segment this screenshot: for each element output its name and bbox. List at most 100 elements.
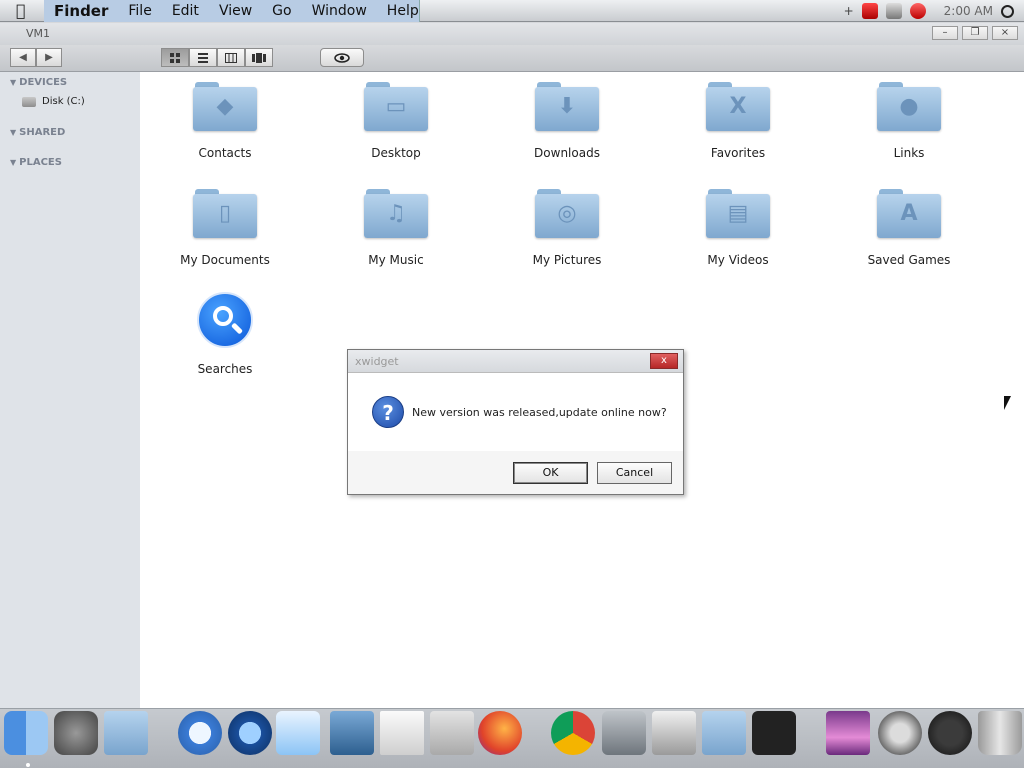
menu-bar:  Finder File Edit View Go Window Help +… xyxy=(0,0,1024,22)
eye-icon xyxy=(334,52,350,63)
back-button[interactable]: ◀ xyxy=(10,48,36,67)
safari-icon[interactable] xyxy=(178,711,222,755)
clock[interactable]: 2:00 AM xyxy=(944,4,993,18)
folder-searches[interactable]: Searches xyxy=(160,286,290,376)
ok-button[interactable]: OK xyxy=(513,462,588,484)
menu-finder[interactable]: Finder xyxy=(44,0,118,22)
folder-label: Desktop xyxy=(371,146,421,160)
videos-folder-icon: ▤ xyxy=(706,189,770,239)
nav-buttons: ◀ ▶ xyxy=(10,48,62,67)
folder-label: Searches xyxy=(197,362,253,376)
folder-downloads[interactable]: ⬇ Downloads xyxy=(502,72,632,160)
favorites-folder-icon: X xyxy=(706,82,770,132)
folder-my-music[interactable]: ♫ My Music xyxy=(331,179,461,267)
dialog-buttons: OK Cancel xyxy=(513,462,672,484)
spotlight-search-icon[interactable] xyxy=(1001,4,1014,18)
monitor-icon[interactable] xyxy=(885,3,902,19)
contacts-folder-icon: ◆ xyxy=(193,82,257,132)
mouse-cursor-icon xyxy=(1004,396,1011,410)
network-alert-icon[interactable] xyxy=(861,3,878,19)
folder-label: Links xyxy=(893,146,925,160)
textedit-icon[interactable] xyxy=(380,711,424,755)
sidebar-section-shared[interactable]: ▼ SHARED xyxy=(0,124,140,142)
desktop-preview-icon[interactable] xyxy=(826,711,870,755)
folder-label: Saved Games xyxy=(867,253,951,267)
menu-view[interactable]: View xyxy=(209,0,262,22)
icon-grid-icon xyxy=(170,52,180,63)
music-folder-icon: ♫ xyxy=(364,189,428,239)
sidebar: ▼ DEVICES Disk (C:) ▼ SHARED ▼ PLACES xyxy=(0,72,140,708)
window-title: VM1 xyxy=(26,27,51,40)
chrome-icon[interactable] xyxy=(551,711,595,755)
cancel-button[interactable]: Cancel xyxy=(597,462,672,484)
close-window-button[interactable]: × xyxy=(992,26,1018,40)
menu-window[interactable]: Window xyxy=(302,0,377,22)
system-preferences-icon[interactable] xyxy=(54,711,98,755)
view-mode-buttons xyxy=(161,48,273,67)
volume-muted-icon[interactable] xyxy=(909,3,926,19)
folder-my-videos[interactable]: ▤ My Videos xyxy=(673,179,803,267)
folder-my-documents[interactable]: ▯ My Documents xyxy=(160,179,290,267)
folder-saved-games[interactable]: A Saved Games xyxy=(844,179,974,267)
desktop-folder-icon: ▭ xyxy=(364,82,428,132)
restore-button[interactable]: ❐ xyxy=(962,26,988,40)
question-icon: ? xyxy=(372,396,404,428)
library-folder-icon[interactable] xyxy=(702,711,746,755)
quick-look-button[interactable] xyxy=(320,48,364,67)
apple-menu-icon[interactable]:  xyxy=(16,2,26,20)
folder-label: Contacts xyxy=(198,146,252,160)
documents-folder-icon: ▯ xyxy=(193,189,257,239)
app-store-icon[interactable] xyxy=(602,711,646,755)
disclosure-triangle-icon: ▼ xyxy=(10,158,17,167)
forward-button[interactable]: ▶ xyxy=(36,48,62,67)
window-title-bar: VM1 – ❐ × xyxy=(0,23,1024,45)
folder-contacts[interactable]: ◆ Contacts xyxy=(160,72,290,160)
folder-favorites[interactable]: X Favorites xyxy=(673,72,803,160)
column-view-button[interactable] xyxy=(217,48,245,67)
dialog-message: New version was released,update online n… xyxy=(412,406,667,419)
widgets-icon[interactable] xyxy=(752,711,796,755)
downloads-folder-icon: ⬇ xyxy=(535,82,599,132)
running-indicator xyxy=(26,763,30,767)
list-view-button[interactable] xyxy=(189,48,217,67)
window-controls: – ❐ × xyxy=(932,26,1018,40)
sidebar-item-disk-c[interactable]: Disk (C:) xyxy=(0,92,140,112)
folder-links[interactable]: ● Links xyxy=(844,72,974,160)
folder-desktop[interactable]: ▭ Desktop xyxy=(331,72,461,160)
folder-my-pictures[interactable]: ◎ My Pictures xyxy=(502,179,632,267)
folder-label: My Pictures xyxy=(532,253,602,267)
menu-go[interactable]: Go xyxy=(262,0,301,22)
firefox-icon[interactable] xyxy=(478,711,522,755)
dialog-title-bar[interactable]: xwidget x xyxy=(348,350,683,373)
coverflow-icon xyxy=(252,52,266,63)
minimize-button[interactable]: – xyxy=(932,26,958,40)
calculator-icon[interactable] xyxy=(430,711,474,755)
menu-list: Finder File Edit View Go Window Help xyxy=(44,0,420,22)
add-icon[interactable]: + xyxy=(844,3,854,19)
folder-label: Favorites xyxy=(710,146,766,160)
disk-icon xyxy=(22,97,36,107)
disclosure-triangle-icon: ▼ xyxy=(10,128,17,137)
power-icon[interactable] xyxy=(928,711,972,755)
menu-help[interactable]: Help xyxy=(377,0,429,22)
update-dialog: xwidget x ? New version was released,upd… xyxy=(347,349,684,495)
sidebar-section-devices[interactable]: ▼ DEVICES xyxy=(0,74,140,92)
word-icon[interactable] xyxy=(276,711,320,755)
dialog-close-button[interactable]: x xyxy=(650,353,678,369)
menu-file[interactable]: File xyxy=(118,0,161,22)
launchpad-icon[interactable] xyxy=(878,711,922,755)
trash-icon[interactable] xyxy=(978,711,1022,755)
disclosure-triangle-icon: ▼ xyxy=(10,78,17,87)
finder-icon[interactable] xyxy=(4,711,48,767)
quicktime-icon[interactable] xyxy=(228,711,272,755)
sidebar-heading-places: PLACES xyxy=(19,157,62,168)
iphoto-icon[interactable] xyxy=(330,711,374,755)
list-icon xyxy=(198,52,208,63)
menu-edit[interactable]: Edit xyxy=(162,0,209,22)
users-folder-icon[interactable] xyxy=(104,711,148,755)
columns-icon xyxy=(225,52,237,63)
sidebar-section-places[interactable]: ▼ PLACES xyxy=(0,154,140,172)
icon-view-button[interactable] xyxy=(161,48,189,67)
coverflow-view-button[interactable] xyxy=(245,48,273,67)
system-utility-icon[interactable] xyxy=(652,711,696,755)
